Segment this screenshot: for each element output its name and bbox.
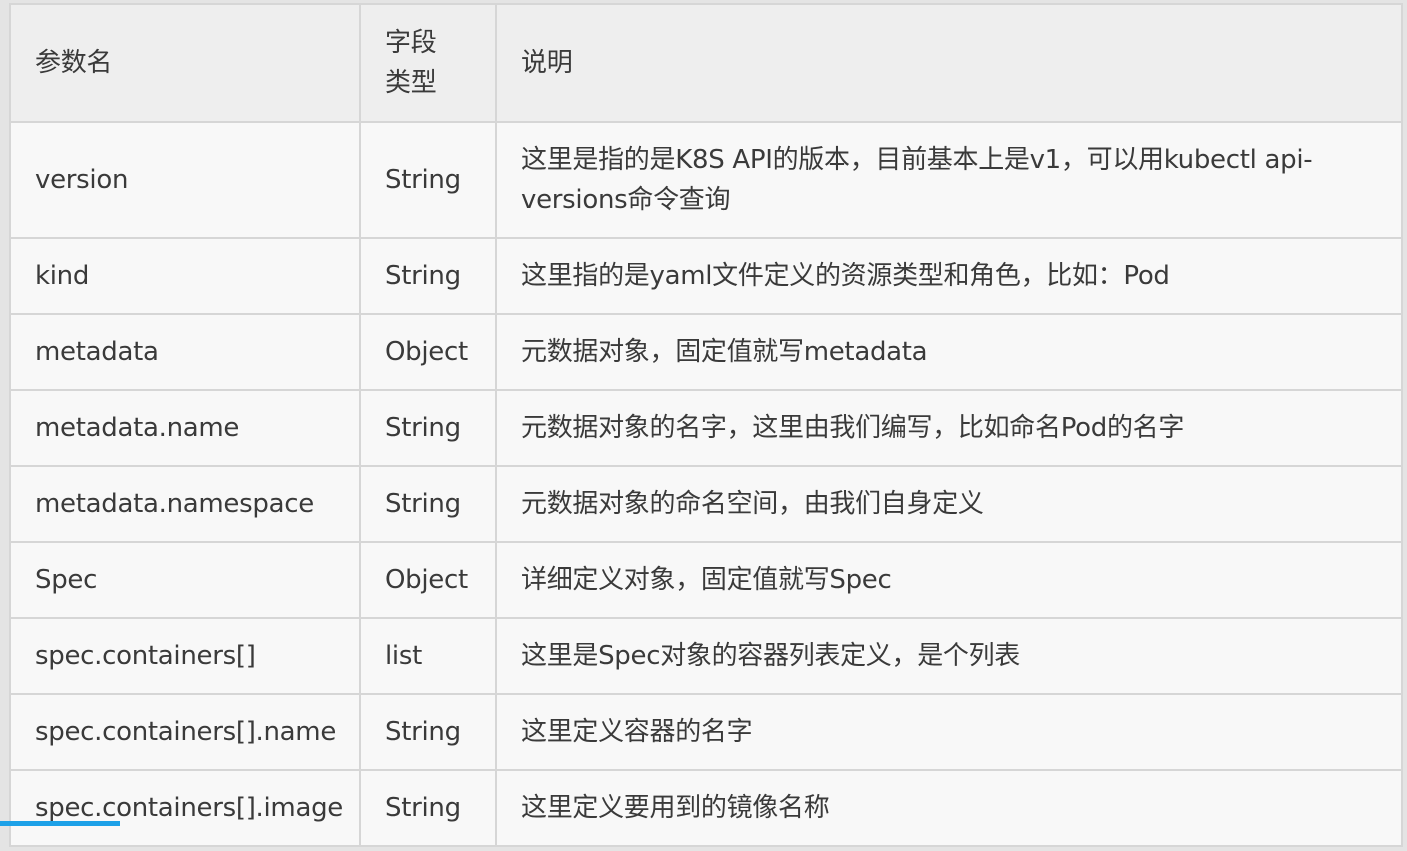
table-header-row: 参数名 字段类型 说明 xyxy=(9,3,1403,123)
table-row: kind String 这里指的是yaml文件定义的资源类型和角色，比如：Pod xyxy=(9,237,1403,315)
parameter-table: 参数名 字段类型 说明 version String 这里是指的是K8S API… xyxy=(9,3,1403,847)
cell-field-type: String xyxy=(359,121,497,239)
table-row: Spec Object 详细定义对象，固定值就写Spec xyxy=(9,541,1403,619)
cell-field-type: list xyxy=(359,617,497,695)
cell-description: 元数据对象，固定值就写metadata xyxy=(495,313,1403,391)
table-row: spec.containers[].name String 这里定义容器的名字 xyxy=(9,693,1403,771)
cell-description: 这里是指的是K8S API的版本，目前基本上是v1，可以用kubectl api… xyxy=(495,121,1403,239)
table-row: metadata.namespace String 元数据对象的命名空间，由我们… xyxy=(9,465,1403,543)
cell-param-name: spec.containers[].image xyxy=(9,769,361,847)
cell-field-type: String xyxy=(359,465,497,543)
cell-description: 这里是Spec对象的容器列表定义，是个列表 xyxy=(495,617,1403,695)
cell-field-type: String xyxy=(359,389,497,467)
table-row: metadata Object 元数据对象，固定值就写metadata xyxy=(9,313,1403,391)
cell-param-name: version xyxy=(9,121,361,239)
cell-description: 这里指的是yaml文件定义的资源类型和角色，比如：Pod xyxy=(495,237,1403,315)
cell-description: 这里定义要用到的镜像名称 xyxy=(495,769,1403,847)
header-field-type: 字段类型 xyxy=(359,3,497,123)
cell-param-name: spec.containers[] xyxy=(9,617,361,695)
header-field-type-label: 字段类型 xyxy=(385,28,437,98)
document-page: 参数名 字段类型 说明 version String 这里是指的是K8S API… xyxy=(0,0,1407,851)
cell-param-name: metadata xyxy=(9,313,361,391)
cell-description: 这里定义容器的名字 xyxy=(495,693,1403,771)
video-progress-bar[interactable] xyxy=(0,821,120,826)
table-row: metadata.name String 元数据对象的名字，这里由我们编写，比如… xyxy=(9,389,1403,467)
cell-field-type: Object xyxy=(359,313,497,391)
cell-param-name: kind xyxy=(9,237,361,315)
cell-field-type: String xyxy=(359,769,497,847)
cell-description: 详细定义对象，固定值就写Spec xyxy=(495,541,1403,619)
table-row: version String 这里是指的是K8S API的版本，目前基本上是v1… xyxy=(9,121,1403,239)
cell-description: 元数据对象的名字，这里由我们编写，比如命名Pod的名字 xyxy=(495,389,1403,467)
cell-field-type: String xyxy=(359,693,497,771)
header-param-name: 参数名 xyxy=(9,3,361,123)
cell-description: 元数据对象的命名空间，由我们自身定义 xyxy=(495,465,1403,543)
table-row: spec.containers[] list 这里是Spec对象的容器列表定义，… xyxy=(9,617,1403,695)
cell-param-name: metadata.namespace xyxy=(9,465,361,543)
cell-field-type: Object xyxy=(359,541,497,619)
cell-param-name: spec.containers[].name xyxy=(9,693,361,771)
table-row: spec.containers[].image String 这里定义要用到的镜… xyxy=(9,769,1403,847)
cell-field-type: String xyxy=(359,237,497,315)
header-description: 说明 xyxy=(495,3,1403,123)
cell-param-name: metadata.name xyxy=(9,389,361,467)
cell-param-name: Spec xyxy=(9,541,361,619)
